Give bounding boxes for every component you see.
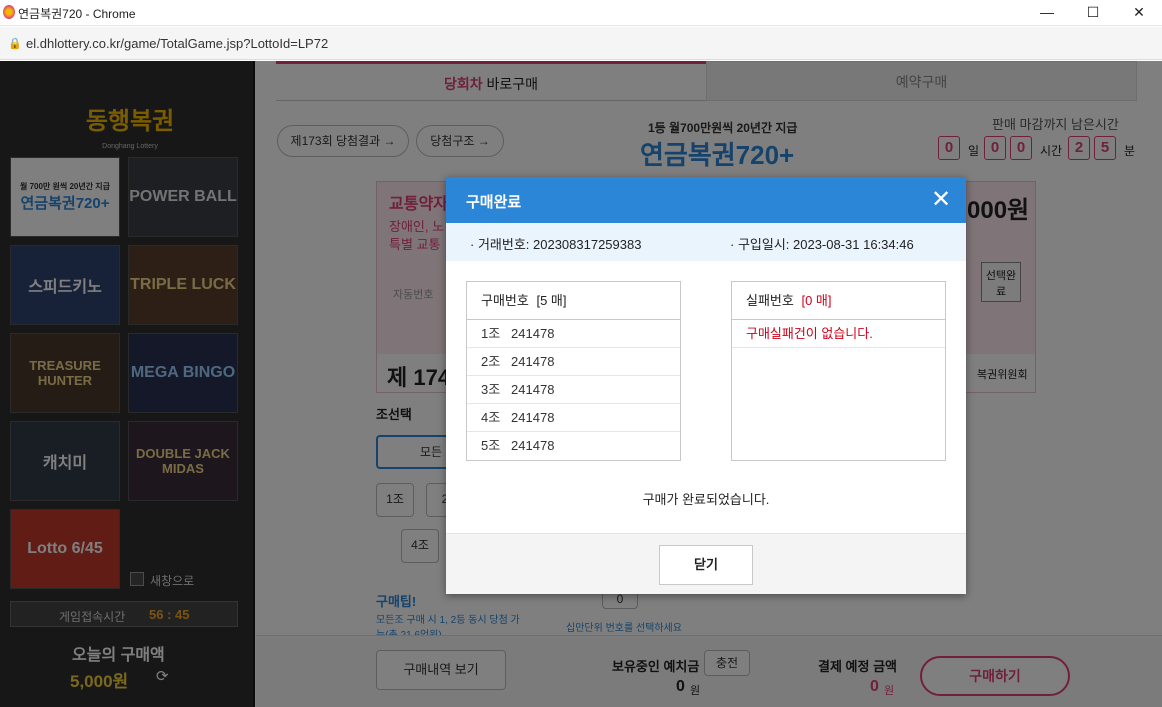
maximize-button[interactable]: ☐ bbox=[1070, 0, 1116, 26]
bought-count: [5 매] bbox=[536, 293, 567, 308]
failed-count: [0 매] bbox=[801, 293, 832, 308]
close-window-button[interactable]: ✕ bbox=[1116, 0, 1162, 26]
modal-footer: 닫기 bbox=[446, 533, 966, 594]
bought-row: 2조 241478 bbox=[467, 348, 680, 376]
failed-message: 구매실패건이 없습니다. bbox=[732, 320, 945, 348]
minimize-button[interactable]: — bbox=[1024, 0, 1070, 26]
close-button[interactable]: 닫기 bbox=[659, 545, 753, 585]
bought-number: 241478 bbox=[511, 438, 555, 453]
bought-number: 241478 bbox=[511, 326, 555, 341]
bought-header: 구매번호 [5 매] bbox=[467, 282, 680, 320]
bought-row: 5조 241478 bbox=[467, 432, 680, 460]
bought-number: 241478 bbox=[511, 354, 555, 369]
close-icon[interactable]: ✕ bbox=[930, 185, 952, 213]
bought-group: 3조 bbox=[481, 382, 501, 397]
modal-title: 구매완료 bbox=[466, 194, 522, 211]
bought-group: 1조 bbox=[481, 326, 501, 341]
window-titlebar: 연금복권720 - Chrome — ☐ ✕ bbox=[0, 0, 1162, 26]
bought-row: 4조 241478 bbox=[467, 404, 680, 432]
failed-header: 실패번호 [0 매] bbox=[732, 282, 945, 320]
address-bar[interactable]: 🔒 el.dhlottery.co.kr/game/TotalGame.jsp?… bbox=[0, 27, 1162, 60]
failed-header-label: 실패번호 bbox=[746, 293, 794, 308]
done-message: 구매가 완료되었습니다. bbox=[642, 492, 770, 507]
failed-numbers-box: 실패번호 [0 매] 구매실패건이 없습니다. bbox=[731, 281, 946, 461]
bought-number: 241478 bbox=[511, 382, 555, 397]
purchase-date: · 구입일시: 2023-08-31 16:34:46 bbox=[730, 237, 914, 252]
bought-row: 1조 241478 bbox=[467, 320, 680, 348]
bought-row: 3조 241478 bbox=[467, 376, 680, 404]
bought-numbers-box: 구매번호 [5 매] 1조 241478 2조 241478 3조 241478… bbox=[466, 281, 681, 461]
bought-group: 4조 bbox=[481, 410, 501, 425]
app-icon bbox=[3, 5, 15, 19]
transaction-info: · 거래번호: 202308317259383 · 구입일시: 2023-08-… bbox=[446, 223, 966, 261]
bought-header-label: 구매번호 bbox=[481, 293, 529, 308]
lock-icon: 🔒 bbox=[8, 38, 22, 50]
modal-header: 구매완료 ✕ bbox=[446, 177, 966, 223]
url-text[interactable]: el.dhlottery.co.kr/game/TotalGame.jsp?Lo… bbox=[26, 36, 328, 51]
bought-group: 5조 bbox=[481, 438, 501, 453]
transaction-number: · 거래번호: 202308317259383 bbox=[470, 237, 642, 252]
window-title: 연금복권720 - Chrome bbox=[18, 7, 136, 21]
bought-number: 241478 bbox=[511, 410, 555, 425]
bought-group: 2조 bbox=[481, 354, 501, 369]
purchase-complete-modal: 구매완료 ✕ · 거래번호: 202308317259383 · 구입일시: 2… bbox=[446, 177, 966, 594]
